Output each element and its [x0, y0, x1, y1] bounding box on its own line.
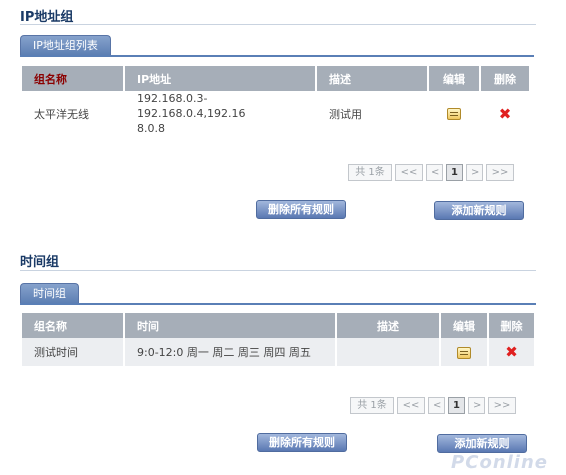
time-group-pager: 共 1条 << < 1 > >> [350, 397, 516, 414]
ip-address-line-1: 192.168.0.3-192.168.0.4,192.16 [137, 92, 246, 120]
pager-total: 共 1条 [348, 164, 392, 181]
row-ip-address: 192.168.0.3-192.168.0.4,192.16 8.0.8 [124, 91, 317, 136]
ip-group-section-title: IP地址组 [20, 10, 74, 25]
pager-next-button[interactable]: > [468, 397, 485, 414]
row-time: 9:0-12:0 周一 周二 周三 周四 周五 [124, 338, 337, 366]
time-group-table: 组名称 时间 描述 编辑 删除 测试时间 9:0-12:0 周一 周二 周三 周… [22, 313, 536, 366]
table-row: 太平洋无线 192.168.0.3-192.168.0.4,192.16 8.0… [22, 91, 531, 136]
pager-total: 共 1条 [350, 397, 394, 414]
column-header-time: 时间 [124, 313, 337, 338]
time-group-divider [20, 270, 536, 271]
ip-address-line-2: 8.0.8 [137, 122, 165, 135]
column-header-delete: 删除 [488, 313, 536, 338]
column-header-ip: IP地址 [124, 66, 317, 91]
table-header-row: 组名称 时间 描述 编辑 删除 [22, 313, 536, 338]
pager-page-1[interactable]: 1 [448, 397, 465, 414]
delete-icon[interactable]: ✖ [499, 106, 512, 121]
column-header-description: 描述 [316, 66, 429, 91]
tab-ip-group-list[interactable]: IP地址组列表 [20, 35, 111, 55]
delete-icon[interactable]: ✖ [505, 345, 518, 360]
row-name: 太平洋无线 [22, 91, 125, 136]
row-name: 测试时间 [22, 338, 125, 366]
pager-first-button[interactable]: << [395, 164, 423, 181]
pager-next-button[interactable]: > [466, 164, 483, 181]
time-group-section-title: 时间组 [20, 255, 60, 270]
row-description [336, 338, 441, 366]
pager-prev-button[interactable]: < [426, 164, 443, 181]
add-new-rule-button[interactable]: 添加新规则 [434, 201, 524, 220]
pager-first-button[interactable]: << [397, 397, 425, 414]
pager-page-1[interactable]: 1 [446, 164, 463, 181]
edit-cell [428, 91, 481, 136]
delete-all-rules-button[interactable]: 删除所有规则 [257, 433, 347, 452]
pager-last-button[interactable]: >> [488, 397, 516, 414]
edit-icon[interactable] [447, 108, 461, 120]
pager-last-button[interactable]: >> [486, 164, 514, 181]
table-header-row: 组名称 IP地址 描述 编辑 删除 [22, 66, 531, 91]
time-group-tabbar: 时间组 [20, 283, 536, 305]
edit-icon[interactable] [457, 346, 471, 359]
row-description: 测试用 [316, 91, 429, 136]
column-header-delete: 删除 [480, 66, 531, 91]
column-header-edit: 编辑 [428, 66, 481, 91]
ip-group-divider [20, 24, 536, 25]
delete-all-rules-button[interactable]: 删除所有规则 [256, 200, 346, 219]
add-new-rule-button[interactable]: 添加新规则 [437, 434, 527, 453]
tab-time-group[interactable]: 时间组 [20, 283, 79, 303]
ip-group-table: 组名称 IP地址 描述 编辑 删除 太平洋无线 192.168.0.3-192.… [22, 66, 531, 136]
delete-cell: ✖ [480, 91, 531, 136]
watermark-logo: PConline [451, 452, 548, 473]
edit-cell [440, 338, 489, 366]
column-header-name: 组名称 [22, 66, 125, 91]
ip-group-tabbar: IP地址组列表 [20, 35, 534, 57]
table-row: 测试时间 9:0-12:0 周一 周二 周三 周四 周五 ✖ [22, 338, 536, 366]
column-header-edit: 编辑 [440, 313, 489, 338]
delete-cell: ✖ [488, 338, 536, 366]
ip-group-pager: 共 1条 << < 1 > >> [348, 164, 514, 181]
column-header-name: 组名称 [22, 313, 125, 338]
column-header-description: 描述 [336, 313, 441, 338]
pager-prev-button[interactable]: < [428, 397, 445, 414]
